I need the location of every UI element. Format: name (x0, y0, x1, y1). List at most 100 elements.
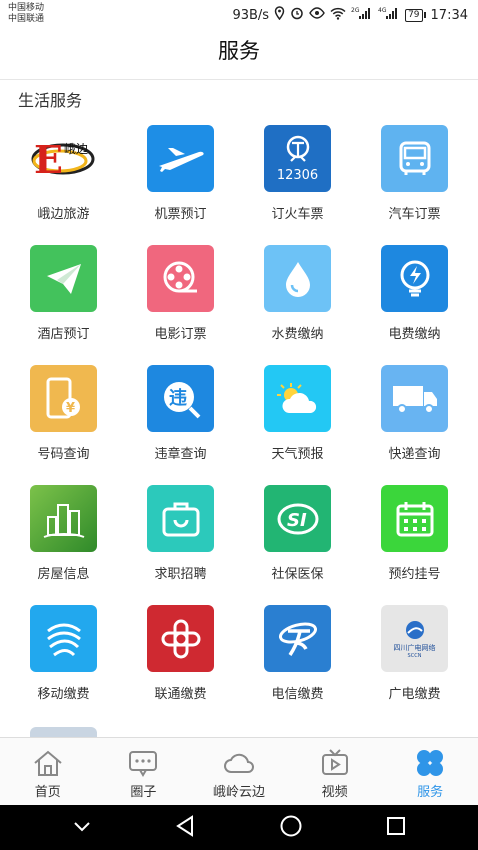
service-electricity-bill[interactable]: 电费缴纳 (352, 245, 472, 365)
tab-label: 首页 (34, 785, 61, 800)
service-movie-ticket[interactable]: 电影订票 (118, 245, 238, 365)
net-label-2g: 2G (351, 7, 360, 14)
service-label: 水费缴纳 (271, 327, 324, 342)
service-label: 电费缴纳 (388, 327, 441, 342)
service-bus-ticket[interactable]: 汽车订票 (352, 125, 472, 245)
service-label: 电影订票 (154, 327, 207, 342)
carrier-names: 中国移动 中国联通 (8, 3, 44, 25)
service-label: 房屋信息 (37, 567, 90, 582)
chevron-down-icon[interactable] (72, 818, 92, 837)
service-label: 峨边旅游 (37, 207, 90, 222)
carrier-1: 中国移动 (8, 3, 45, 13)
service-label: 求职招聘 (154, 567, 207, 582)
service-traffic-violation[interactable]: 违 违章查询 (118, 365, 238, 485)
tab-label: 视频 (321, 785, 348, 800)
service-label: 违章查询 (154, 447, 207, 462)
service-mobile-topup[interactable]: 移动缴费 (1, 605, 121, 725)
china-mobile-icon (30, 605, 97, 672)
carrier-2: 中国联通 (8, 14, 45, 24)
service-label: 预约挂号 (388, 567, 441, 582)
yuan-symbol: ¥ (66, 401, 75, 416)
bus-icon (381, 125, 448, 192)
system-nav-bar (0, 805, 478, 850)
home-circle-icon[interactable] (279, 814, 303, 842)
service-social-insurance[interactable]: SI 社保医保 (235, 485, 355, 605)
tab-label: 服务 (417, 785, 444, 800)
service-broadcast-topup[interactable]: 四川广电网络 SCCN 广电缴费 (352, 605, 472, 725)
eye-icon (309, 7, 325, 23)
film-reel-icon (147, 245, 214, 312)
sichuan-broadcast-icon: 四川广电网络 SCCN (381, 605, 448, 672)
tab-label: 峨岭云边 (212, 785, 265, 800)
recents-square-icon[interactable] (386, 816, 406, 840)
service-weather[interactable]: 天气预报 (235, 365, 355, 485)
tv-play-icon (320, 748, 350, 778)
water-drop-icon (264, 245, 331, 312)
header: 服务 (0, 30, 478, 80)
tab-circle[interactable]: 圈子 (96, 738, 192, 805)
violation-char: 违 (169, 387, 187, 409)
back-triangle-icon[interactable] (175, 814, 195, 841)
si-text: SI (287, 510, 307, 531)
service-label: 电信缴费 (271, 687, 324, 702)
service-appointment[interactable]: 预约挂号 (352, 485, 472, 605)
cloud-icon (223, 748, 255, 778)
service-telecom-topup[interactable]: 电信缴费 (235, 605, 355, 725)
broadcast-brand-text: 四川广电网络 (393, 643, 436, 652)
service-label: 快递查询 (388, 447, 441, 462)
railway-12306-icon: 12306 (264, 125, 331, 192)
service-label: 天气预报 (271, 447, 324, 462)
service-express-tracking[interactable]: 快递查询 (352, 365, 472, 485)
partial-service-icon (30, 727, 97, 737)
airplane-icon (147, 125, 214, 192)
service-unicom-topup[interactable]: 联通缴费 (118, 605, 238, 725)
violation-search-icon: 违 (147, 365, 214, 432)
clock-time: 17:34 (430, 7, 468, 23)
service-label: 机票预订 (154, 207, 207, 222)
net-label-4g: 4G (378, 7, 387, 14)
services-content[interactable]: 生活服务 E 峨边 峨边旅游 机票预订 12306 订火车票 汽车订票 酒店预订… (0, 81, 478, 737)
tab-label: 圈子 (130, 785, 157, 800)
ebian-logo-text: 峨边 (64, 142, 88, 156)
alarm-clock-icon (290, 6, 304, 24)
home-icon (33, 748, 63, 778)
clover-grid-icon (415, 748, 445, 778)
service-label: 移动缴费 (37, 687, 90, 702)
service-water-bill[interactable]: 水费缴纳 (235, 245, 355, 365)
china-telecom-icon (264, 605, 331, 672)
weather-sun-cloud-icon (264, 365, 331, 432)
service-label: 广电缴费 (388, 687, 441, 702)
bottom-tab-bar: 首页 圈子 峨岭云边 视频 服务 (0, 737, 478, 805)
service-housing-info[interactable]: 房屋信息 (1, 485, 121, 605)
section-title: 生活服务 (18, 91, 83, 110)
svg-text:E: E (34, 137, 63, 182)
service-label: 社保医保 (271, 567, 324, 582)
service-job-recruiting[interactable]: 求职招聘 (118, 485, 238, 605)
delivery-truck-icon (381, 365, 448, 432)
tab-home[interactable]: 首页 (0, 738, 96, 805)
signal-4g-icon: 4G (378, 6, 400, 24)
tab-services[interactable]: 服务 (382, 738, 478, 805)
broadcast-brand-abbr: SCCN (407, 652, 422, 659)
service-train-ticket[interactable]: 12306 订火车票 (235, 125, 355, 245)
network-speed: 93B/s (232, 7, 270, 23)
battery-icon: 79 (405, 8, 426, 22)
service-number-lookup[interactable]: ¥ 号码查询 (1, 365, 121, 485)
briefcase-icon (147, 485, 214, 552)
tab-cloud[interactable]: 峨岭云边 (191, 738, 287, 805)
calendar-icon (381, 485, 448, 552)
service-hotel-booking[interactable]: 酒店预订 (1, 245, 121, 365)
wifi-icon (330, 7, 346, 24)
service-label: 酒店预订 (37, 327, 90, 342)
tab-video[interactable]: 视频 (287, 738, 383, 805)
service-ebian-tour[interactable]: E 峨边 峨边旅游 (1, 125, 121, 245)
battery-level: 79 (405, 8, 423, 22)
service-flight-booking[interactable]: 机票预订 (118, 125, 238, 245)
service-label: 汽车订票 (388, 207, 441, 222)
page-title: 服务 (218, 39, 260, 63)
social-security-icon: SI (264, 485, 331, 552)
phone-yuan-icon: ¥ (30, 365, 97, 432)
paper-plane-icon (30, 245, 97, 312)
signal-2g-icon: 2G (351, 6, 373, 24)
location-icon (274, 6, 285, 24)
